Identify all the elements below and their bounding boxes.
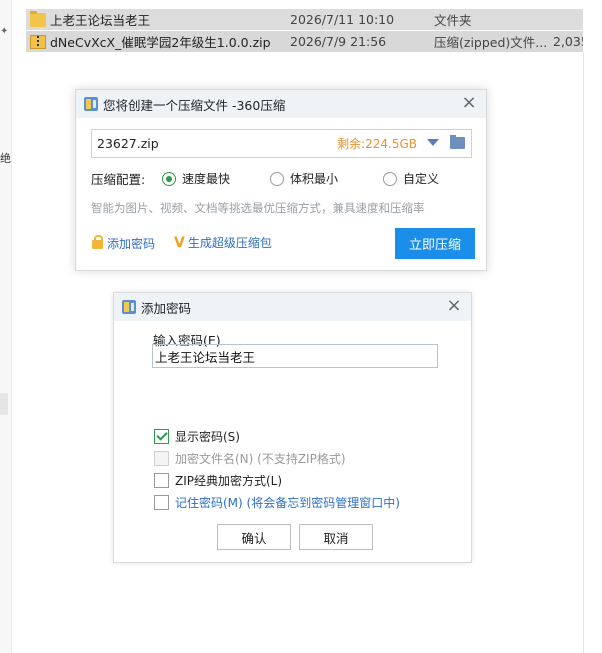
password-dialog-titlebar[interactable]: 添加密码 × bbox=[114, 293, 471, 321]
radio-selected-icon bbox=[162, 171, 176, 186]
password-input[interactable]: 上老王论坛当老王 bbox=[152, 344, 438, 368]
file-type: 文件夹 bbox=[434, 13, 472, 28]
compress-config-label: 压缩配置: bbox=[91, 171, 146, 187]
compress-dialog-title: 您将创建一个压缩文件 -360压缩 bbox=[103, 97, 286, 113]
add-password-label: 添加密码 bbox=[107, 237, 156, 251]
nav-pane-text: 绝 bbox=[0, 152, 11, 165]
chevron-down-icon[interactable] bbox=[427, 139, 439, 146]
file-row-folder[interactable]: 上老王论坛当老王 2026/7/11 10:10 文件夹 bbox=[26, 9, 583, 30]
super-compress-link[interactable]: V 生成超级压缩包 bbox=[174, 234, 272, 251]
archive-path-input[interactable]: 23627.zip 剩余:224.5GB bbox=[91, 129, 472, 158]
checkbox-checked-icon bbox=[154, 429, 169, 444]
checkbox-disabled-icon bbox=[154, 451, 169, 466]
zip-classic-encryption-checkbox[interactable]: ZIP经典加密方式(L) bbox=[154, 472, 282, 489]
option-smallest-label: 体积最小 bbox=[290, 172, 339, 186]
add-password-link[interactable]: 添加密码 bbox=[92, 235, 155, 252]
option-custom-radio[interactable]: 自定义 bbox=[383, 170, 439, 187]
pin-icon[interactable]: ✦ bbox=[0, 26, 8, 37]
zip-file-icon bbox=[30, 34, 46, 49]
option-smallest-radio[interactable]: 体积最小 bbox=[270, 170, 338, 187]
vip-v-icon: V bbox=[174, 234, 185, 251]
zip-classic-encryption-label: ZIP经典加密方式(L) bbox=[175, 474, 283, 488]
file-name: dNeCvXcX_催眠学园2年级生1.0.0.zip bbox=[50, 35, 271, 50]
checkbox-unchecked-icon bbox=[154, 473, 169, 488]
360-compress-icon bbox=[84, 97, 98, 111]
close-icon[interactable]: × bbox=[460, 94, 478, 112]
remember-password-label: 记住密码(M) (将会备忘到密码管理窗口中) bbox=[175, 496, 400, 510]
password-dialog-title: 添加密码 bbox=[141, 300, 192, 316]
add-password-dialog: 添加密码 × 输入密码(E) 上老王论坛当老王 显示密码(S) 加密文件名(N)… bbox=[113, 292, 472, 563]
file-size: 2,035 bbox=[553, 34, 583, 49]
radio-unselected-icon bbox=[383, 171, 397, 186]
free-space-label: 剩余:224.5GB bbox=[337, 137, 417, 151]
lock-icon bbox=[92, 235, 103, 249]
option-custom-label: 自定义 bbox=[403, 172, 440, 186]
file-type: 压缩(zipped)文件... bbox=[434, 35, 548, 50]
remember-password-checkbox[interactable]: 记住密码(M) (将会备忘到密码管理窗口中) bbox=[154, 494, 400, 511]
archive-path-value: 23627.zip bbox=[97, 136, 159, 151]
compress-hint-text: 智能为图片、视频、文档等挑选最优压缩方式，兼具速度和压缩率 bbox=[91, 201, 425, 215]
file-name: 上老王论坛当老王 bbox=[50, 13, 151, 28]
encrypt-filename-label: 加密文件名(N) (不支持ZIP格式) bbox=[175, 452, 346, 466]
navigation-pane-edge: ✦ 绝 bbox=[0, 0, 12, 653]
file-row-zip[interactable]: dNeCvXcX_催眠学园2年级生1.0.0.zip 2026/7/9 21:5… bbox=[26, 31, 583, 52]
compress-now-button[interactable]: 立即压缩 bbox=[395, 228, 475, 259]
cancel-button[interactable]: 取消 bbox=[299, 524, 373, 550]
file-date: 2026/7/11 10:10 bbox=[290, 12, 395, 27]
window-border bbox=[583, 52, 584, 653]
show-password-checkbox[interactable]: 显示密码(S) bbox=[154, 428, 240, 445]
super-compress-label: 生成超级压缩包 bbox=[187, 236, 272, 250]
nav-pane-scroll-block bbox=[0, 393, 8, 415]
compress-dialog-titlebar[interactable]: 您将创建一个压缩文件 -360压缩 × bbox=[76, 90, 486, 118]
browse-folder-icon[interactable] bbox=[450, 135, 465, 149]
compress-dialog: 您将创建一个压缩文件 -360压缩 × 23627.zip 剩余:224.5GB… bbox=[75, 89, 487, 271]
confirm-button[interactable]: 确认 bbox=[217, 524, 291, 550]
360-compress-icon bbox=[122, 300, 136, 314]
option-fastest-radio[interactable]: 速度最快 bbox=[162, 170, 230, 187]
radio-unselected-icon bbox=[270, 171, 284, 186]
folder-icon bbox=[30, 10, 46, 27]
checkbox-unchecked-icon bbox=[154, 495, 169, 510]
option-fastest-label: 速度最快 bbox=[182, 172, 231, 186]
file-date: 2026/7/9 21:56 bbox=[290, 34, 387, 49]
show-password-label: 显示密码(S) bbox=[175, 430, 240, 444]
close-icon[interactable]: × bbox=[445, 297, 463, 315]
encrypt-filename-checkbox[interactable]: 加密文件名(N) (不支持ZIP格式) bbox=[154, 450, 346, 467]
